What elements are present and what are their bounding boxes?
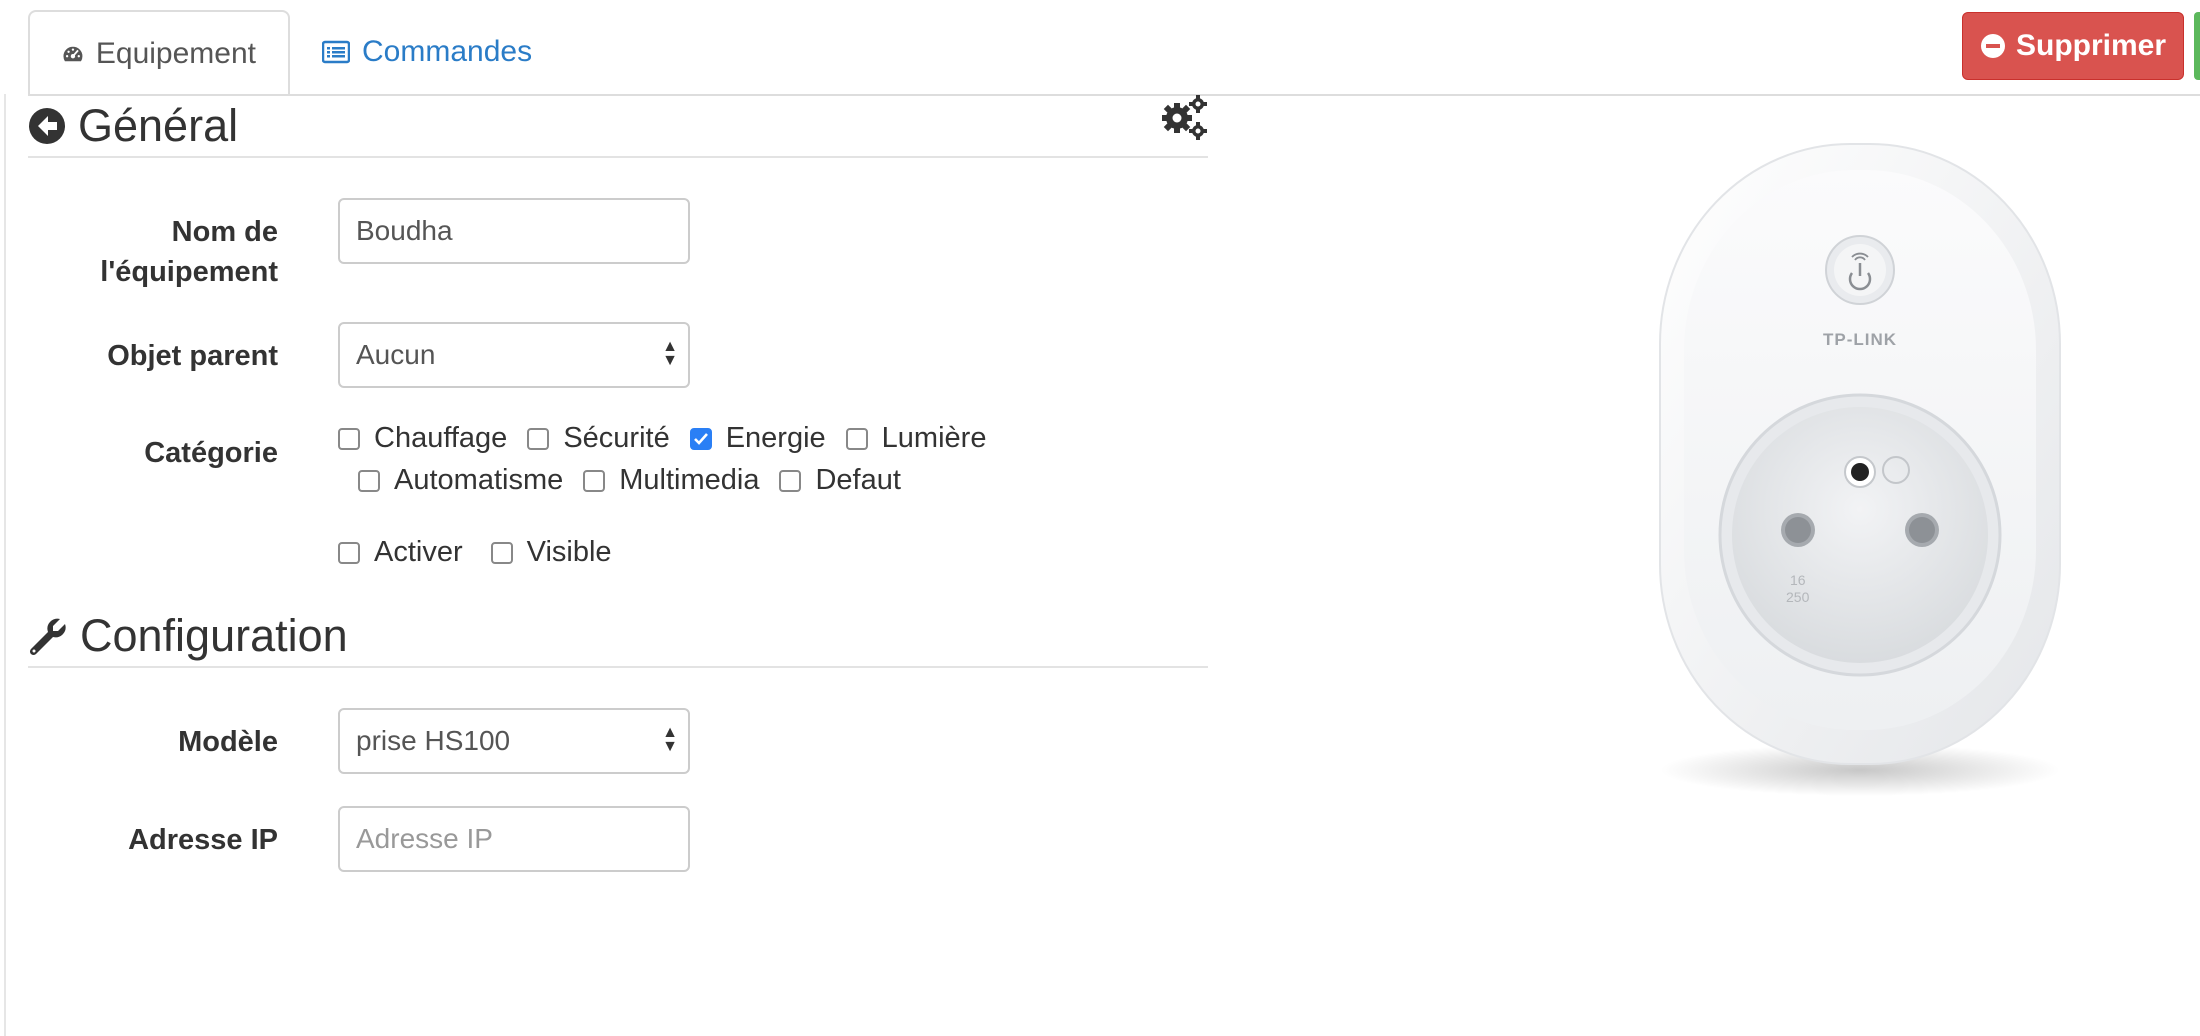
enable-checkbox[interactable]: Activer — [338, 536, 463, 569]
checkbox-checked[interactable] — [689, 427, 712, 450]
name-label: Nom de l'équipement — [100, 216, 278, 288]
model-select[interactable]: prise HS100 ▲ ▼ — [338, 708, 690, 774]
tab-commandes[interactable]: Commandes — [290, 10, 564, 94]
category-label: Catégorie — [144, 437, 278, 469]
checkbox[interactable] — [583, 469, 606, 492]
category-lumiere[interactable]: Lumière — [845, 422, 986, 455]
section-title: Configuration — [80, 610, 348, 661]
name-input[interactable] — [354, 214, 674, 248]
category-multimedia[interactable]: Multimedia — [583, 464, 759, 497]
ip-input[interactable] — [354, 822, 674, 856]
checkbox[interactable] — [779, 469, 802, 492]
tachometer-icon — [63, 46, 83, 62]
gears-icon[interactable] — [1160, 94, 1208, 140]
category-automatisme[interactable]: Automatisme — [358, 464, 563, 497]
category-defaut[interactable]: Defaut — [779, 464, 901, 497]
visible-checkbox[interactable]: Visible — [490, 536, 612, 569]
checkbox[interactable] — [845, 427, 868, 450]
arrow-circle-left-icon[interactable] — [28, 107, 66, 145]
minus-circle-icon — [1980, 34, 2005, 58]
model-selected-value: prise HS100 — [356, 725, 511, 756]
general-section-rule — [28, 156, 1208, 158]
parent-select[interactable]: Aucun ▲ ▼ — [338, 322, 690, 388]
checkbox[interactable] — [358, 469, 380, 492]
checkbox[interactable] — [527, 427, 550, 450]
checkbox[interactable] — [490, 541, 513, 564]
select-arrows-icon: ▲ ▼ — [662, 338, 678, 369]
ip-field[interactable] — [338, 806, 690, 872]
config-section-header: Configuration — [28, 606, 1208, 666]
rating-text-volts: 250 — [1786, 589, 1810, 605]
parent-selected-value: Aucun — [356, 339, 436, 370]
category-row-1: Chauffage Sécurité Energie Lumière — [338, 422, 1006, 455]
select-arrows-icon: ▲ ▼ — [662, 724, 678, 755]
category-row-2: Automatisme Multimedia Defaut — [358, 464, 921, 497]
list-icon — [322, 40, 350, 64]
model-label: Modèle — [178, 726, 278, 758]
check-icon — [693, 432, 708, 445]
save-button-edge[interactable] — [2194, 12, 2200, 80]
tab-bar: Equipement Commandes — [28, 10, 2200, 96]
section-title: Général — [78, 100, 239, 151]
category-chauffage[interactable]: Chauffage — [338, 422, 507, 455]
rating-text-amps: 16 — [1790, 572, 1806, 588]
delete-button[interactable]: Supprimer — [1962, 12, 2184, 80]
name-field[interactable] — [338, 198, 690, 264]
tab-label: Equipement — [95, 37, 256, 70]
tab-equipement[interactable]: Equipement — [28, 10, 290, 96]
device-image-smart-plug: TP-LINK 16 250 — [1659, 143, 2061, 796]
checkbox[interactable] — [338, 541, 360, 564]
wrench-icon — [29, 618, 66, 656]
device-brand-text: TP-LINK — [1823, 330, 1897, 349]
delete-label: Supprimer — [2015, 29, 2167, 62]
general-section-header: Général — [28, 96, 1208, 156]
category-securite[interactable]: Sécurité — [527, 422, 670, 455]
left-frame-border — [4, 94, 6, 1036]
flags-row: Activer Visible — [338, 536, 632, 569]
parent-label: Objet parent — [107, 340, 278, 372]
config-section-rule — [28, 666, 1208, 668]
tab-label: Commandes — [362, 35, 533, 68]
checkbox[interactable] — [338, 427, 360, 450]
ip-label: Adresse IP — [128, 824, 278, 856]
category-energie[interactable]: Energie — [689, 422, 826, 455]
